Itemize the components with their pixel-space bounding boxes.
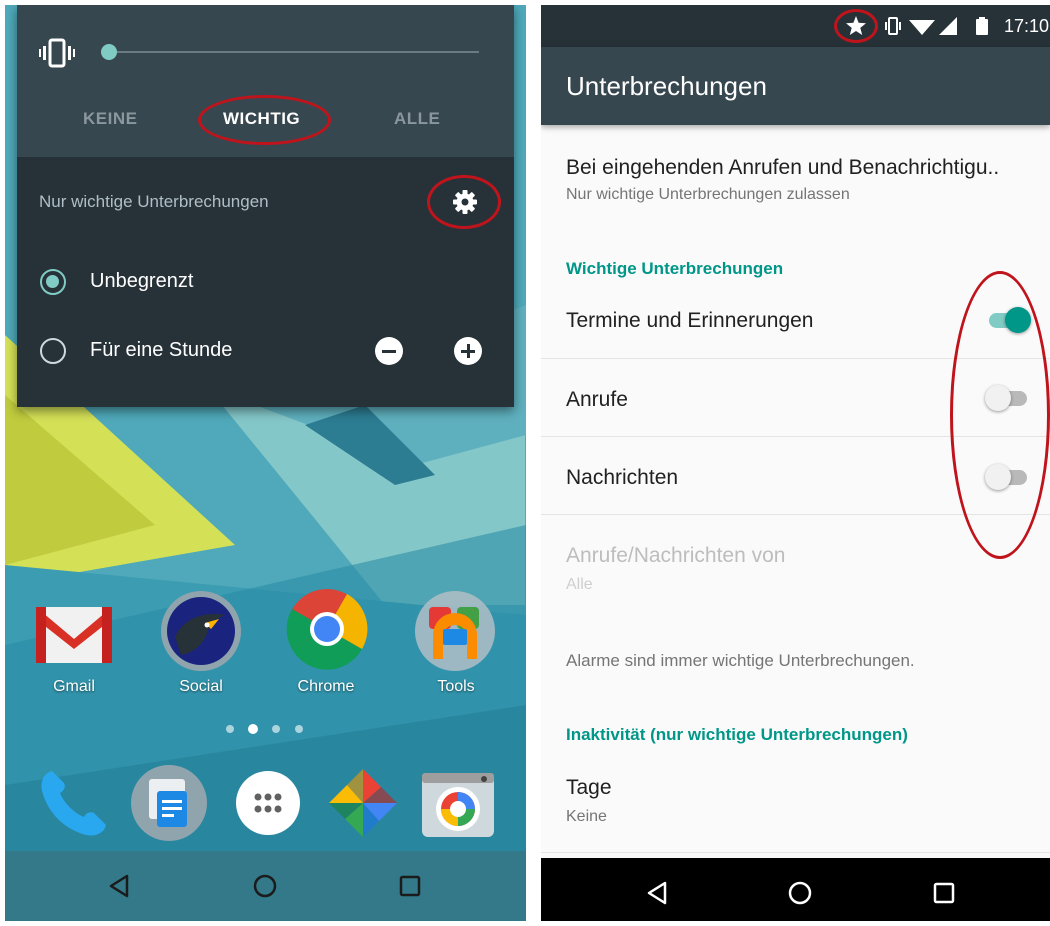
days-setting-title[interactable]: Tage [566, 776, 612, 800]
toggle-label-messages[interactable]: Nachrichten [566, 466, 678, 490]
radio-unlimited[interactable] [40, 269, 66, 295]
messenger-icon[interactable] [129, 763, 209, 843]
status-clock: 17:10 [1004, 16, 1050, 36]
status-bar: 17:10 [541, 5, 1050, 47]
priority-subtitle: Nur wichtige Unterbrechungen [39, 192, 269, 211]
toggle-label-events[interactable]: Termine und Erinnerungen [566, 309, 814, 333]
vibrate-icon[interactable] [39, 35, 75, 71]
recents-icon[interactable] [397, 873, 423, 899]
screenshot-comparison: KEINE WICHTIG ALLE Nur wichtige Unterbre… [0, 0, 1050, 926]
phone-icon[interactable] [34, 763, 114, 843]
volume-mode-header: KEINE WICHTIG ALLE [17, 5, 514, 157]
gear-icon[interactable] [452, 189, 478, 215]
toggle-label-calls[interactable]: Anrufe [566, 388, 628, 412]
days-setting-value: Keine [566, 808, 607, 825]
navigation-bar-left [5, 851, 526, 921]
alarm-info-text: Alarme sind immer wichtige Unterbrechung… [566, 651, 915, 670]
volume-slider-thumb[interactable] [101, 44, 117, 60]
incoming-setting-summary: Nur wichtige Unterbrechungen zulassen [566, 186, 850, 203]
app-label-social[interactable]: Social [146, 678, 256, 696]
app-drawer-icon[interactable] [228, 763, 308, 843]
app-label-gmail[interactable]: Gmail [19, 678, 129, 696]
divider [541, 852, 1050, 853]
app-label-chrome[interactable]: Chrome [271, 678, 381, 696]
back-icon[interactable] [645, 880, 671, 906]
mode-tab-none[interactable]: KEINE [83, 109, 137, 129]
option-one-hour-label[interactable]: Für eine Stunde [90, 339, 232, 362]
section-header-priority: Wichtige Unterbrechungen [566, 259, 784, 278]
volume-slider-track[interactable] [109, 51, 479, 53]
from-setting-title: Anrufe/Nachrichten von [566, 544, 786, 567]
left-phone-screen: KEINE WICHTIG ALLE Nur wichtige Unterbre… [5, 5, 526, 921]
page-dot-3[interactable] [272, 725, 280, 733]
from-setting-value: Alle [566, 576, 593, 593]
annotation-oval-settings [427, 175, 501, 229]
incoming-setting-title[interactable]: Bei eingehenden Anrufen und Benachrichti… [566, 156, 999, 180]
wifi-icon [909, 20, 935, 35]
page-dot-2[interactable] [248, 724, 258, 734]
plus-circle-icon[interactable] [454, 337, 482, 365]
home-icon[interactable] [787, 880, 813, 906]
section-header-downtime: Inaktivität (nur wichtige Unterbrechunge… [566, 725, 908, 744]
signal-icon [939, 17, 957, 35]
minus-circle-icon[interactable] [375, 337, 403, 365]
home-icon[interactable] [252, 873, 278, 899]
recents-icon[interactable] [931, 880, 957, 906]
right-phone-screen: 17:10 Unterbrechungen Bei eingehenden An… [541, 5, 1050, 921]
photos-icon[interactable] [323, 763, 403, 843]
annotation-oval-priority [198, 95, 331, 145]
back-icon[interactable] [107, 873, 133, 899]
gmail-icon[interactable] [32, 593, 116, 677]
mode-tab-all[interactable]: ALLE [394, 109, 440, 129]
radio-one-hour[interactable] [40, 338, 66, 364]
interruptions-quick-panel: KEINE WICHTIG ALLE Nur wichtige Unterbre… [17, 5, 514, 407]
battery-icon [976, 17, 988, 35]
chrome-icon[interactable] [285, 587, 369, 671]
navigation-bar-right [541, 858, 1050, 921]
page-dot-4[interactable] [295, 725, 303, 733]
page-title: Unterbrechungen [566, 71, 767, 101]
option-unlimited-label[interactable]: Unbegrenzt [90, 270, 193, 293]
tools-folder-icon[interactable] [413, 589, 497, 673]
social-icon[interactable] [159, 589, 243, 673]
camera-icon[interactable] [418, 763, 498, 843]
vibrate-icon [885, 17, 901, 35]
annotation-oval-switches [950, 271, 1050, 559]
app-bar: Unterbrechungen [541, 47, 1050, 125]
star-icon [846, 16, 866, 35]
page-dot-1[interactable] [226, 725, 234, 733]
annotation-oval-star [834, 9, 878, 43]
app-label-tools[interactable]: Tools [401, 678, 511, 696]
